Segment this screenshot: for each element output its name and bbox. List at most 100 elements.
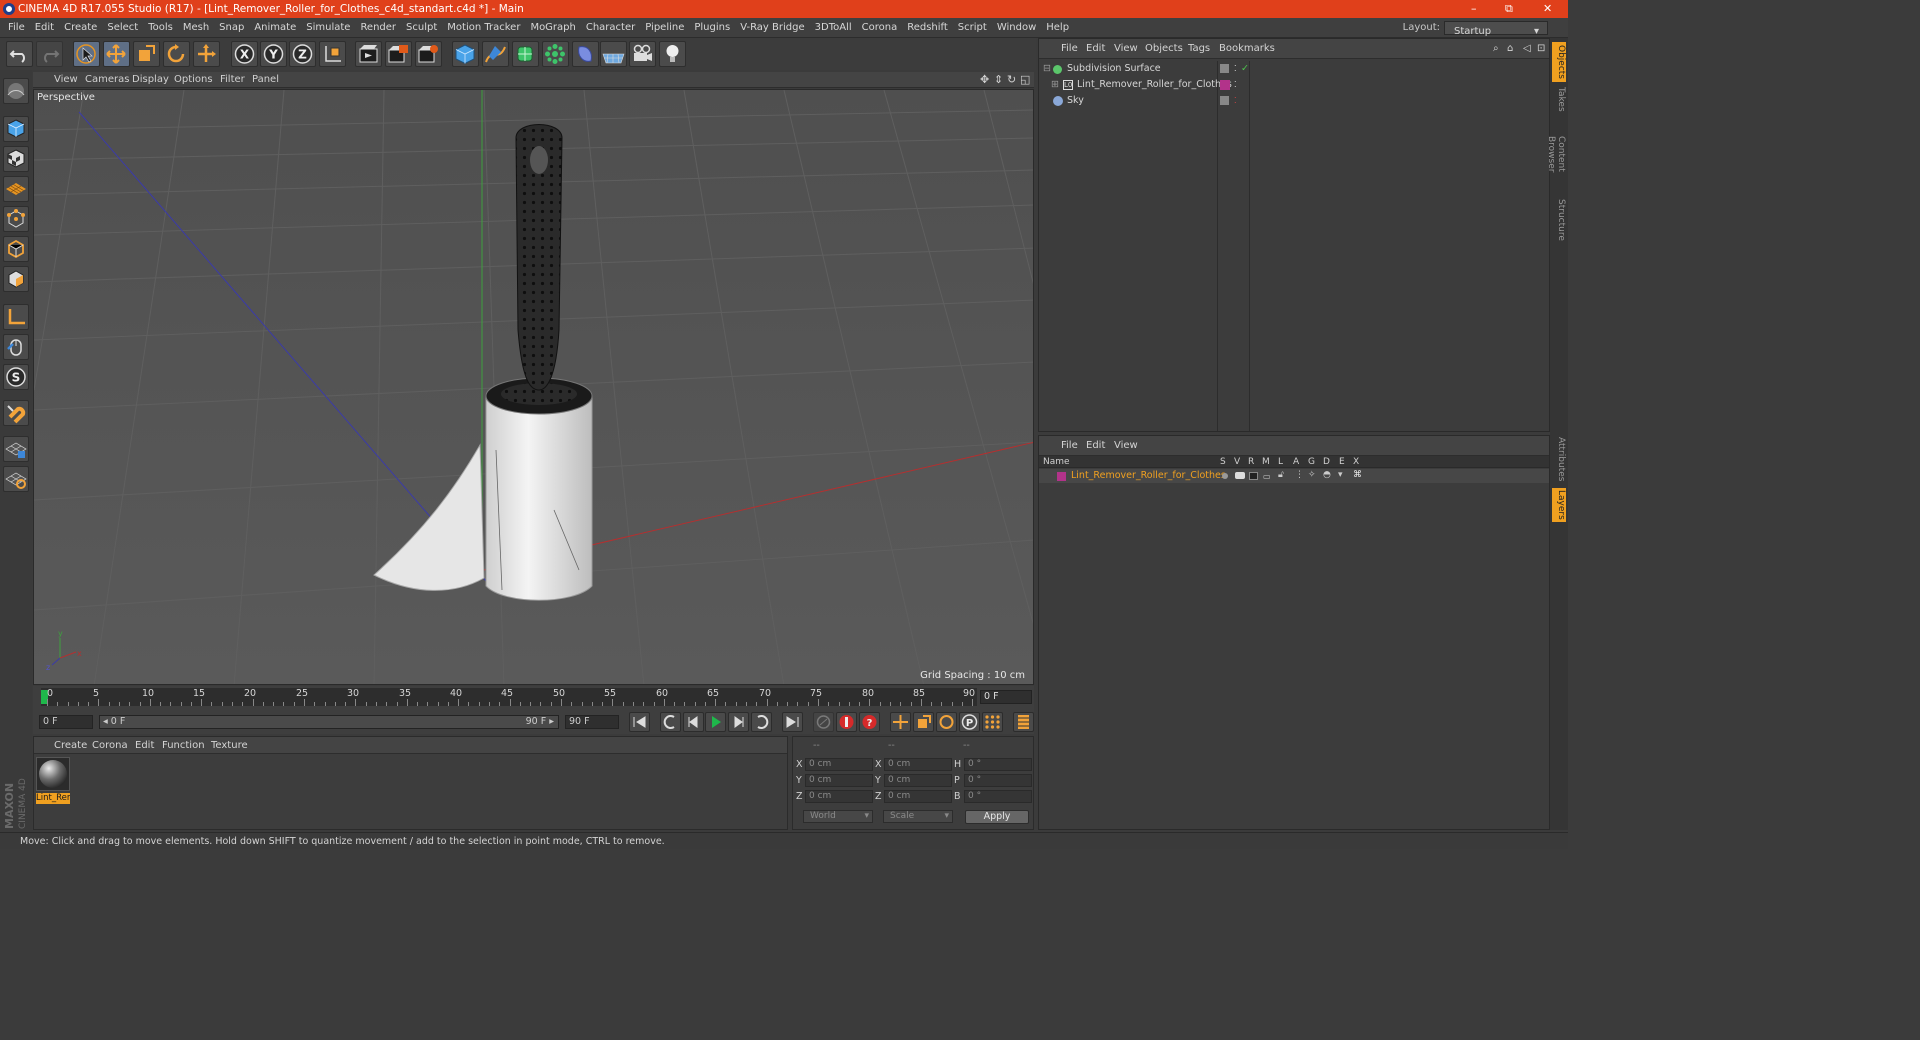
tab-content-browser[interactable]: Content Browser [1546,118,1566,190]
render-view-icon[interactable] [355,41,382,67]
menu-select[interactable]: Select [102,18,143,38]
position-z-field[interactable]: 0 cm [805,790,873,803]
viewport-zoom-icon[interactable]: ⇕ [994,72,1003,88]
current-frame-field[interactable]: 0 F [980,690,1032,704]
x-axis-icon[interactable]: X [231,41,258,67]
floor-environment-icon[interactable] [600,41,627,67]
key-rotation-icon[interactable] [936,712,957,732]
texture-mode-icon[interactable] [3,146,29,172]
previous-frame-icon[interactable] [683,712,704,732]
size-y-field[interactable]: 0 cm [884,774,952,787]
polygons-mode-icon[interactable] [3,266,29,292]
edit-render-settings-icon[interactable] [415,41,442,67]
menu-motion-tracker[interactable]: Motion Tracker [442,18,525,38]
coordinate-mode-dropdown[interactable]: World ▾ [803,810,873,823]
z-axis-icon[interactable]: Z [289,41,316,67]
menu-3dtoall[interactable]: 3DToAll [810,18,857,38]
key-point-level-icon[interactable] [982,712,1003,732]
tab-takes[interactable]: Takes [1552,86,1566,112]
menu-create[interactable]: Create [59,18,102,38]
menu-help[interactable]: Help [1041,18,1074,38]
material-menu-corona[interactable]: Corona [92,737,128,754]
material-thumbnail[interactable] [36,757,70,791]
expand-icon[interactable]: ⊡ [1537,39,1545,59]
undo-icon[interactable] [6,41,33,67]
lm-menu-file[interactable]: File [1061,436,1078,456]
camera-icon[interactable] [629,41,656,67]
model-mode-icon[interactable] [3,116,29,142]
menu-plugins[interactable]: Plugins [689,18,735,38]
menu-snap[interactable]: Snap [214,18,249,38]
material-menu-create[interactable]: Create [54,737,87,754]
object-row[interactable]: ⊟ Subdivision Surface ⁚ ✓ [1039,61,1549,77]
tab-layers[interactable]: Layers [1552,488,1566,522]
material-menu-function[interactable]: Function [162,737,205,754]
go-to-start-icon[interactable] [629,712,650,732]
menu-render[interactable]: Render [355,18,401,38]
tab-structure[interactable]: Structure [1552,198,1566,242]
viewport-menu-panel[interactable]: Panel [252,72,279,88]
key-scale-icon[interactable] [913,712,934,732]
om-menu-view[interactable]: View [1114,39,1138,59]
position-y-field[interactable]: 0 cm [805,774,873,787]
play-icon[interactable] [705,712,726,732]
workplane-icon[interactable] [3,176,29,202]
lm-menu-view[interactable]: View [1114,436,1138,456]
move-icon[interactable] [103,41,130,67]
cube-primitive-icon[interactable] [452,41,479,67]
viewport-menu-options[interactable]: Options [174,72,213,88]
menu-corona[interactable]: Corona [857,18,903,38]
menu-pipeline[interactable]: Pipeline [640,18,689,38]
menu-mograph[interactable]: MoGraph [525,18,580,38]
3d-viewport[interactable]: y x z Perspective Grid Spacing : 10 cm [33,89,1034,685]
back-icon[interactable]: ◁ [1523,39,1531,59]
rotation-b-field[interactable]: 0 ° [964,790,1032,803]
menu-character[interactable]: Character [581,18,640,38]
size-mode-dropdown[interactable]: Scale ▾ [883,810,953,823]
select-arrow-icon[interactable] [73,41,100,67]
key-parameter-icon[interactable]: P [959,712,980,732]
object-row[interactable]: Sky ⁚ [1039,93,1549,109]
menu-edit[interactable]: Edit [30,18,59,38]
next-frame-icon[interactable] [728,712,749,732]
menu-window[interactable]: Window [992,18,1041,38]
material-menu-texture[interactable]: Texture [211,737,248,754]
om-menu-bookmarks[interactable]: Bookmarks [1219,39,1275,59]
viewport-menu-view[interactable]: View [54,72,78,88]
next-key-icon[interactable] [751,712,772,732]
autokeying-icon[interactable]: ? [859,712,880,732]
grid-rotate-icon[interactable] [3,466,29,492]
viewport-menu-display[interactable]: Display [132,72,169,88]
tab-attributes[interactable]: Attributes [1552,436,1566,482]
light-icon[interactable] [659,41,686,67]
menu-tools[interactable]: Tools [143,18,178,38]
menu-sculpt[interactable]: Sculpt [401,18,442,38]
tab-objects[interactable]: Objects [1552,42,1566,82]
position-x-field[interactable]: 0 cm [805,758,873,771]
record-active-objects-icon[interactable] [836,712,857,732]
timeline-ruler[interactable]: 0 5 10 15 20 25 30 35 40 45 50 55 60 65 70 75 80 85 90 [41,688,977,706]
edges-mode-icon[interactable] [3,236,29,262]
rotation-h-field[interactable]: 0 ° [964,758,1032,771]
scale-icon[interactable] [133,41,160,67]
tweak-mode-icon[interactable] [3,334,29,360]
home-icon[interactable]: ⌂ [1507,39,1513,59]
minimize-button[interactable]: – [1471,0,1477,18]
points-mode-icon[interactable] [3,206,29,232]
viewport-navigate-icon[interactable]: ✥ [980,72,989,88]
menu-simulate[interactable]: Simulate [301,18,355,38]
axis-mode-icon[interactable] [3,304,29,330]
menu-script[interactable]: Script [953,18,992,38]
y-axis-icon[interactable]: Y [260,41,287,67]
coordinate-system-icon[interactable] [319,41,346,67]
lm-menu-edit[interactable]: Edit [1086,436,1105,456]
layer-row[interactable]: Lint_Remover_Roller_for_Clothes ▭ 🔓︎ ⋮ ✧… [1039,469,1549,483]
layout-dropdown[interactable]: Startup ▾ [1444,21,1548,37]
viewport-maximize-icon[interactable]: ◱ [1020,72,1030,88]
snap-magnet-icon[interactable] [3,400,29,426]
rotate-icon[interactable] [163,41,190,67]
render-picture-viewer-icon[interactable] [385,41,412,67]
size-x-field[interactable]: 0 cm [884,758,952,771]
om-menu-tags[interactable]: Tags [1188,39,1210,59]
end-frame-field[interactable]: 90 F [565,715,619,729]
